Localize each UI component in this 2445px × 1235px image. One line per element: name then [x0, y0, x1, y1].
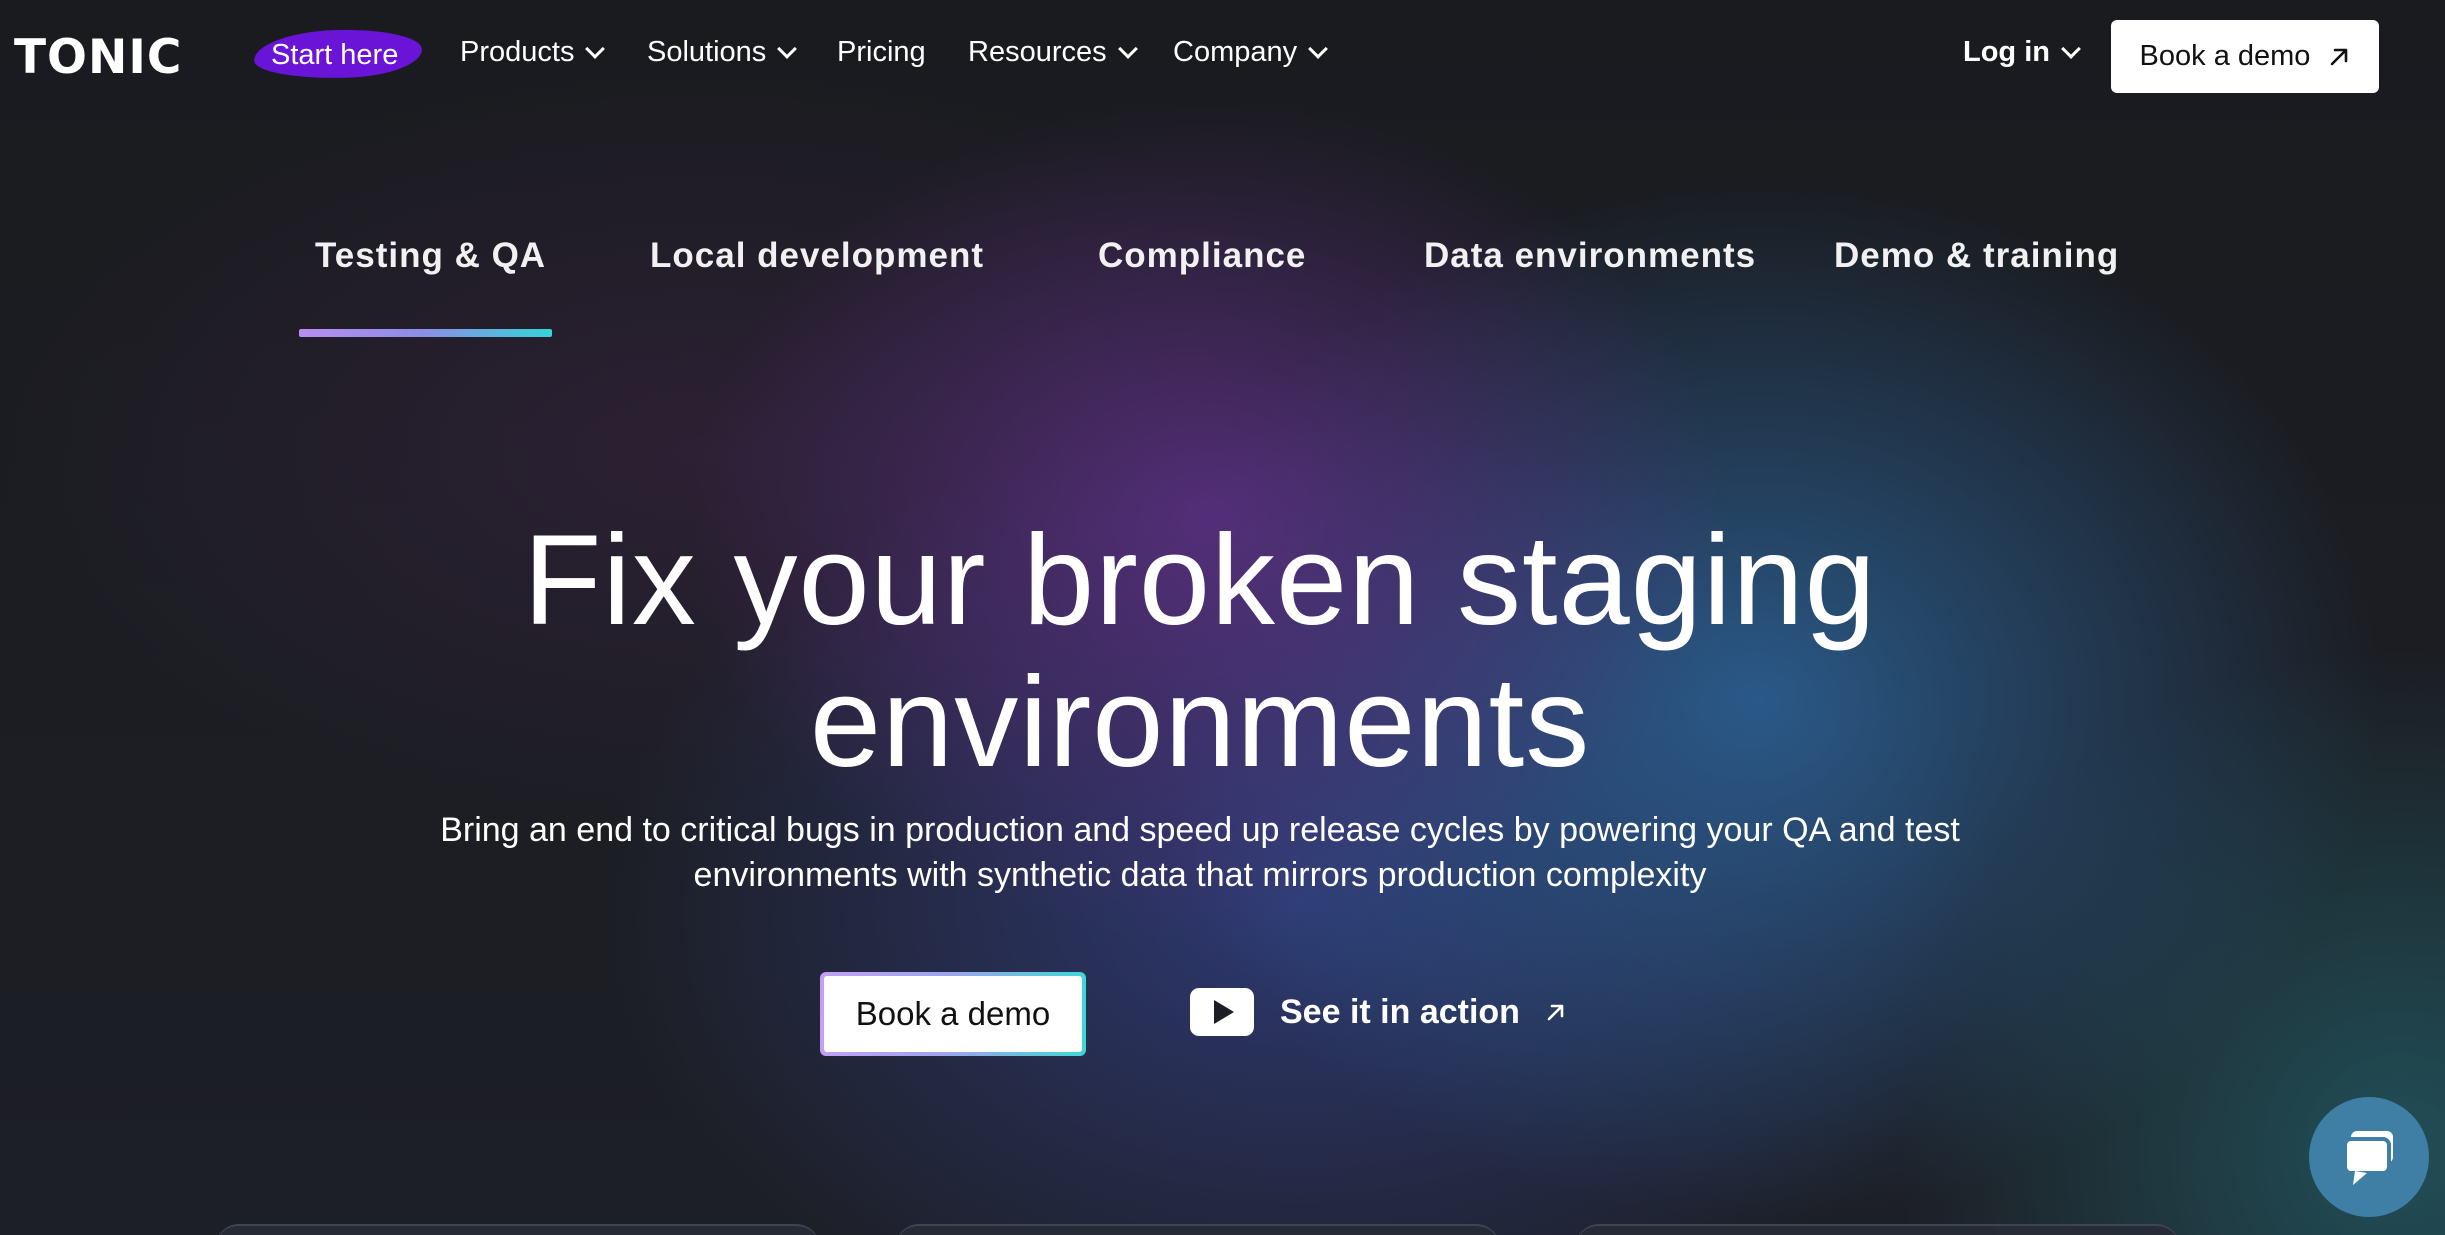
nav-products-label: Products — [460, 36, 575, 68]
chevron-down-icon — [1308, 39, 1329, 59]
login-menu[interactable]: Log in — [1963, 36, 2081, 68]
hero-title-line-1: Fix your broken staging — [523, 509, 1877, 652]
hero-title: Fix your broken staging environments — [0, 510, 2400, 794]
arrow-up-right-icon — [1547, 1004, 1564, 1021]
tonic-logo[interactable]: TONIC — [14, 34, 182, 81]
nav-pricing[interactable]: Pricing — [837, 38, 926, 67]
nav-book-demo-button[interactable]: Book a demo — [2111, 20, 2379, 93]
nav-solutions[interactable]: Solutions — [647, 36, 798, 68]
chevron-down-icon — [585, 39, 606, 59]
start-here-link[interactable]: Start here — [253, 27, 423, 81]
chat-widget-button[interactable] — [2309, 1097, 2429, 1217]
hero-subtitle: Bring an end to critical bugs in product… — [0, 808, 2400, 898]
feature-card-top — [895, 1224, 1500, 1235]
feature-card-top — [1575, 1224, 2180, 1235]
feature-card-top — [215, 1224, 820, 1235]
active-tab-indicator — [299, 329, 552, 337]
nav-resources-label: Resources — [968, 36, 1107, 68]
nav-products[interactable]: Products — [460, 36, 606, 68]
chevron-down-icon — [1117, 39, 1138, 59]
chevron-down-icon — [2061, 39, 2081, 59]
tab-testing-qa[interactable]: Testing & QA — [315, 238, 546, 273]
hero-subtitle-line-2: environments with synthetic data that mi… — [693, 856, 1707, 894]
arrow-up-right-icon — [2331, 48, 2348, 65]
hero-book-demo-button[interactable]: Book a demo — [820, 972, 1086, 1056]
chevron-down-icon — [777, 39, 798, 59]
nav-pricing-label: Pricing — [837, 36, 926, 68]
hero-book-demo-label: Book a demo — [824, 976, 1082, 1052]
nav-resources[interactable]: Resources — [968, 36, 1138, 68]
nav-company[interactable]: Company — [1173, 36, 1329, 68]
hero-subtitle-line-1: Bring an end to critical bugs in product… — [440, 811, 1960, 849]
see-it-in-action-button[interactable]: See it in action — [1190, 988, 1566, 1036]
tab-compliance[interactable]: Compliance — [1098, 238, 1306, 273]
login-label: Log in — [1963, 36, 2050, 68]
play-icon — [1190, 988, 1254, 1036]
see-it-in-action-label: See it in action — [1280, 992, 1520, 1031]
chat-icon — [2343, 1131, 2393, 1185]
start-here-label: Start here — [271, 39, 399, 71]
tab-data-environments[interactable]: Data environments — [1424, 238, 1756, 273]
tab-local-development[interactable]: Local development — [650, 238, 984, 273]
hero-title-line-2: environments — [809, 651, 1591, 794]
nav-company-label: Company — [1173, 36, 1298, 68]
nav-book-demo-label: Book a demo — [2139, 40, 2311, 72]
tab-demo-training[interactable]: Demo & training — [1834, 238, 2119, 273]
nav-solutions-label: Solutions — [647, 36, 767, 68]
